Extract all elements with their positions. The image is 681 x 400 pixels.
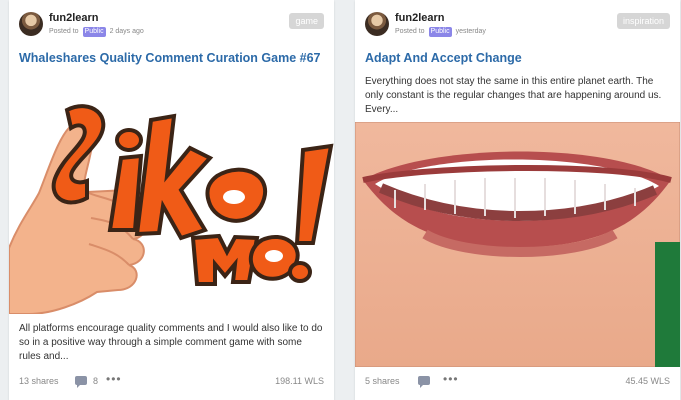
- post-title[interactable]: Whaleshares Quality Comment Curation Gam…: [19, 51, 324, 65]
- tag-badge[interactable]: inspiration: [616, 13, 670, 29]
- visibility-badge[interactable]: Public: [82, 27, 106, 37]
- author-name[interactable]: fun2learn: [395, 12, 445, 24]
- author-name[interactable]: fun2learn: [49, 12, 99, 24]
- post-excerpt[interactable]: All platforms encourage quality comments…: [19, 322, 324, 364]
- post-header: fun2learn Posted to Public yesterday ins…: [365, 12, 670, 38]
- avatar[interactable]: [19, 12, 43, 36]
- like-me-image-svg: [9, 104, 334, 314]
- post-footer: 5 shares ••• 45.45 WLS: [365, 372, 670, 388]
- post-meta: Posted to Public yesterday: [395, 27, 486, 37]
- post-meta: Posted to Public 2 days ago: [49, 27, 144, 37]
- posted-to-label: Posted to: [395, 28, 425, 35]
- post-value: 45.45 WLS: [625, 376, 670, 386]
- avatar[interactable]: [365, 12, 389, 36]
- comments-count[interactable]: 8: [93, 376, 98, 386]
- more-icon[interactable]: •••: [106, 372, 122, 386]
- posted-to-label: Posted to: [49, 28, 79, 35]
- post-time: 2 days ago: [109, 28, 144, 35]
- post-feed: fun2learn Posted to Public 2 days ago ga…: [0, 0, 681, 400]
- post-value: 198.11 WLS: [275, 376, 324, 386]
- post-card[interactable]: fun2learn Posted to Public 2 days ago ga…: [9, 0, 334, 400]
- smiling-mouth-image-svg: [355, 122, 680, 367]
- shares-count[interactable]: 5 shares: [365, 376, 400, 386]
- post-time: yesterday: [455, 28, 486, 35]
- smiling-mouth-image[interactable]: [355, 122, 680, 367]
- shares-count[interactable]: 13 shares: [19, 376, 59, 386]
- post-card[interactable]: fun2learn Posted to Public yesterday ins…: [355, 0, 680, 400]
- post-title[interactable]: Adapt And Accept Change: [365, 51, 670, 65]
- post-excerpt[interactable]: Everything does not stay the same in thi…: [365, 75, 670, 117]
- more-icon[interactable]: •••: [443, 372, 459, 386]
- comment-icon[interactable]: [418, 376, 430, 388]
- post-header: fun2learn Posted to Public 2 days ago ga…: [19, 12, 324, 38]
- tag-badge[interactable]: game: [289, 13, 324, 29]
- like-me-thumbs-up-image[interactable]: [9, 98, 334, 314]
- post-footer: 13 shares 8 ••• 198.11 WLS: [19, 372, 324, 388]
- visibility-badge[interactable]: Public: [428, 27, 452, 37]
- comment-icon[interactable]: [75, 376, 87, 388]
